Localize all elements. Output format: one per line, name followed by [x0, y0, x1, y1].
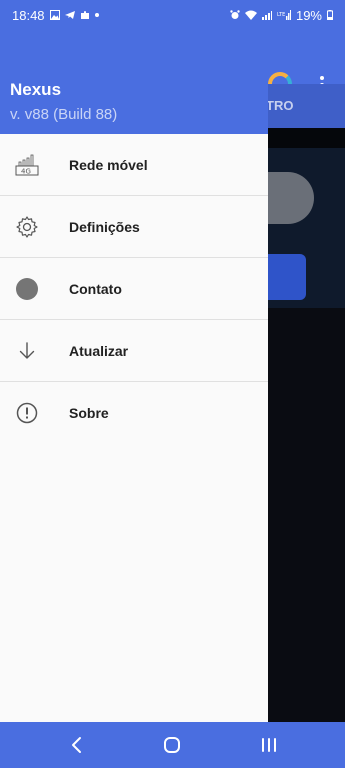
menu-item-sobre[interactable]: Sobre: [0, 382, 268, 444]
menu-item-label: Rede móvel: [69, 156, 148, 173]
notification-dot-icon: [94, 13, 99, 17]
back-button[interactable]: [47, 722, 107, 768]
svg-text:LTE: LTE: [277, 12, 285, 18]
battery-percentage: 19%: [295, 7, 322, 23]
app-version: v. v88 (Build 88): [10, 106, 118, 123]
status-bar: 18:48 LTE 19%: [0, 0, 345, 30]
wifi-icon: [244, 10, 257, 20]
menu-item-rede-movel[interactable]: 4G Rede móvel: [0, 134, 268, 196]
image-icon: [49, 10, 60, 20]
home-icon: [164, 737, 180, 753]
arrow-down-icon: [14, 338, 40, 364]
gear-icon: [14, 214, 40, 240]
svg-text:4G: 4G: [21, 167, 31, 175]
system-navigation-bar: [0, 722, 345, 768]
home-button[interactable]: [142, 722, 202, 768]
background-tab-label[interactable]: TRO: [266, 98, 293, 113]
menu-item-contato[interactable]: Contato: [0, 258, 268, 320]
signal-icon: [261, 11, 272, 20]
status-bar-left: 18:48: [12, 8, 99, 23]
battery-icon: [327, 10, 333, 20]
lte-signal-icon: LTE: [277, 10, 291, 20]
telegram-icon: [64, 11, 75, 19]
status-time: 18:48: [12, 7, 45, 23]
drawer-menu: 4G Rede móvel Definições Contato Atualiz…: [0, 134, 268, 444]
menu-item-label: Definições: [69, 218, 140, 235]
menu-item-definicoes[interactable]: Definições: [0, 196, 268, 258]
recents-button[interactable]: [239, 722, 299, 768]
menu-item-label: Sobre: [69, 405, 109, 421]
app-name: Nexus: [10, 80, 62, 99]
contact-circle-icon: [14, 276, 40, 302]
info-exclamation-icon: [14, 400, 40, 426]
alarm-icon: [230, 10, 240, 19]
back-icon: [72, 737, 81, 753]
menu-item-label: Contato: [69, 280, 122, 297]
menu-item-atualizar[interactable]: Atualizar: [0, 320, 268, 382]
mobile-network-4g-icon: 4G: [14, 152, 40, 178]
menu-item-label: Atualizar: [69, 342, 129, 359]
puzzle-icon: [80, 11, 89, 19]
recents-icon: [262, 738, 276, 752]
status-bar-right: LTE 19%: [230, 8, 333, 23]
navigation-drawer: Nexus v. v88 (Build 88) 4G Rede móvel De…: [0, 0, 268, 722]
